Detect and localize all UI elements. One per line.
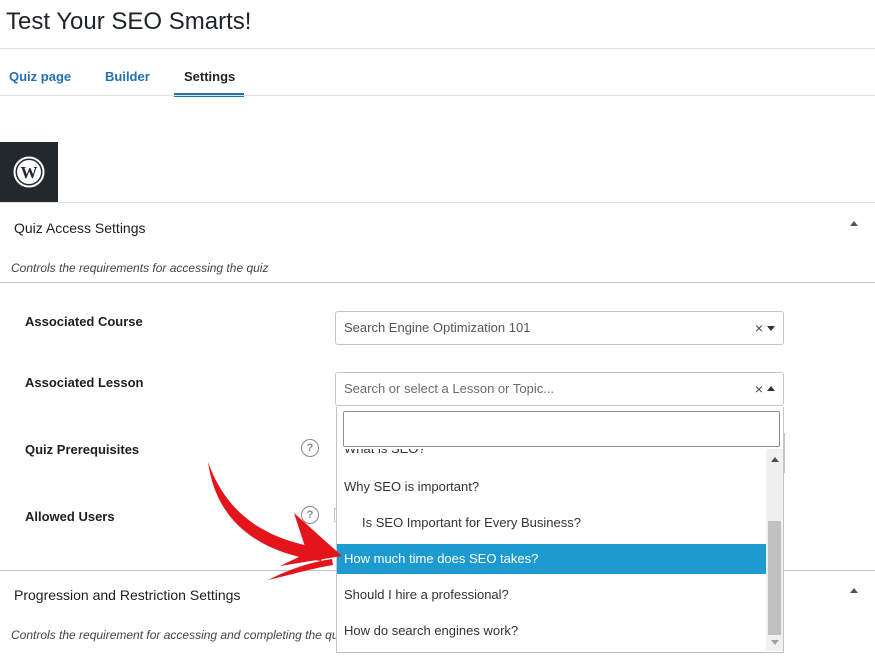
scroll-up-arrow-icon[interactable] [771, 457, 779, 462]
tab-quiz-page[interactable]: Quiz page [9, 49, 71, 95]
chevron-up-icon[interactable] [767, 386, 775, 391]
collapse-quiz-access-icon[interactable] [850, 221, 858, 226]
associated-course-label: Associated Course [25, 314, 143, 329]
lesson-option-child[interactable]: Is SEO Important for Every Business? [337, 508, 767, 538]
tab-builder[interactable]: Builder [105, 49, 150, 95]
wordpress-logo-icon[interactable]: W [0, 142, 58, 202]
chevron-down-icon[interactable] [767, 326, 775, 331]
progression-description: Controls the requirement for accessing a… [11, 628, 348, 642]
associated-course-select[interactable]: Search Engine Optimization 101 × [335, 311, 784, 345]
lesson-option-selected[interactable]: How much time does SEO takes? [337, 544, 767, 574]
clear-lesson-icon[interactable]: × [755, 373, 763, 405]
associated-course-value: Search Engine Optimization 101 [344, 320, 531, 335]
page-title: Test Your SEO Smarts! [6, 8, 252, 35]
progression-settings-title: Progression and Restriction Settings [14, 587, 241, 603]
tab-bar: Quiz page Builder Settings [0, 49, 875, 95]
lesson-option[interactable]: How do search engines work? [337, 616, 767, 646]
quiz-prerequisites-label: Quiz Prerequisites [25, 442, 140, 457]
tab-settings[interactable]: Settings [184, 49, 235, 95]
quiz-access-description: Controls the requirements for accessing … [11, 261, 269, 275]
help-icon[interactable]: ? [301, 439, 319, 457]
allowed-users-label: Allowed Users [25, 509, 115, 524]
tabs-divider [0, 95, 875, 96]
clear-course-icon[interactable]: × [755, 312, 763, 344]
lesson-option[interactable]: Why SEO is important? [337, 472, 767, 502]
lesson-dropdown: What is SEO? Why SEO is important? Is SE… [336, 407, 784, 653]
collapse-progression-icon[interactable] [850, 588, 858, 593]
quiz-access-settings-title: Quiz Access Settings [14, 220, 146, 236]
scroll-down-arrow-icon[interactable] [771, 640, 779, 645]
lesson-option-partial[interactable]: What is SEO? [337, 449, 767, 458]
help-icon[interactable]: ? [301, 506, 319, 524]
section-divider-top [0, 202, 875, 203]
lesson-options-list[interactable]: What is SEO? Why SEO is important? Is SE… [337, 449, 767, 652]
associated-lesson-label: Associated Lesson [25, 375, 144, 390]
lesson-search-input[interactable] [343, 411, 780, 447]
associated-lesson-select[interactable]: Search or select a Lesson or Topic... × [335, 372, 784, 406]
scrollbar-thumb[interactable] [768, 521, 781, 635]
lesson-option[interactable]: Should I hire a professional? [337, 580, 767, 610]
svg-text:W: W [21, 163, 38, 182]
dropdown-scrollbar[interactable] [766, 449, 783, 651]
associated-lesson-placeholder: Search or select a Lesson or Topic... [344, 381, 555, 396]
section-divider-desc [0, 282, 875, 283]
